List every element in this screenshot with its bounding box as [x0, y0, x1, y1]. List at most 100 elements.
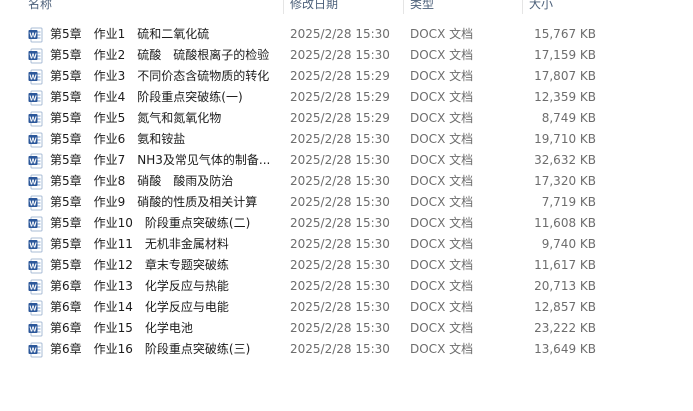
file-modified-date: 2025/2/28 15:29 — [290, 69, 390, 83]
svg-text:W: W — [29, 156, 37, 165]
file-modified-date: 2025/2/28 15:30 — [290, 48, 390, 62]
file-modified-date: 2025/2/28 15:30 — [290, 153, 390, 167]
column-header-name[interactable]: 名称 — [28, 0, 52, 14]
file-modified-date: 2025/2/28 15:30 — [290, 258, 390, 272]
file-size: 32,632 KB — [534, 153, 596, 167]
file-modified-date: 2025/2/28 15:30 — [290, 216, 390, 230]
word-doc-icon: W — [28, 132, 43, 148]
file-name: 第5章 作业5 氮气和氮氧化物 — [50, 111, 222, 125]
file-row[interactable]: W 第5章 作业9 硝酸的性质及相关计算 2025/2/28 15:30 DOCX 文… — [24, 192, 604, 213]
file-size: 17,320 KB — [534, 174, 596, 188]
file-type: DOCX 文档 — [410, 321, 474, 335]
file-size: 15,767 KB — [534, 27, 596, 41]
word-doc-icon: W — [28, 300, 43, 316]
file-size: 11,608 KB — [534, 216, 596, 230]
file-type: DOCX 文档 — [410, 27, 474, 41]
file-modified-date: 2025/2/28 15:30 — [290, 132, 390, 146]
file-name: 第6章 作业15 化学电池 — [50, 321, 193, 335]
file-modified-date: 2025/2/28 15:29 — [290, 111, 390, 125]
file-type: DOCX 文档 — [410, 48, 474, 62]
file-size: 13,649 KB — [534, 342, 596, 356]
file-row[interactable]: W 第5章 作业5 氮气和氮氧化物 2025/2/28 15:29 DOCX 文档 8,… — [24, 108, 604, 129]
file-type: DOCX 文档 — [410, 69, 474, 83]
file-size: 17,807 KB — [534, 69, 596, 83]
file-name: 第6章 作业13 化学反应与热能 — [50, 279, 229, 293]
file-modified-date: 2025/2/28 15:30 — [290, 27, 390, 41]
file-size: 8,749 KB — [541, 111, 596, 125]
file-row[interactable]: W 第5章 作业6 氨和铵盐 2025/2/28 15:30 DOCX 文档 19,71… — [24, 129, 604, 150]
file-size: 20,713 KB — [534, 279, 596, 293]
file-modified-date: 2025/2/28 15:30 — [290, 321, 390, 335]
column-header-bar: 名称 修改日期 类型 大小 — [0, 0, 693, 14]
word-doc-icon: W — [28, 48, 43, 64]
svg-text:W: W — [29, 114, 37, 123]
file-row[interactable]: W 第5章 作业11 无机非金属材料 2025/2/28 15:30 DOCX 文档 9… — [24, 234, 604, 255]
column-header-type[interactable]: 类型 — [410, 0, 434, 14]
file-row[interactable]: W 第5章 作业1 硫和二氧化硫 2025/2/28 15:30 DOCX 文档 15,… — [24, 24, 604, 45]
file-type: DOCX 文档 — [410, 237, 474, 251]
file-name: 第6章 作业16 阶段重点突破练(三) — [50, 342, 251, 356]
svg-text:W: W — [29, 303, 37, 312]
file-row[interactable]: W 第5章 作业7 NH3及常见气体的制备... 2025/2/28 15:30 DO… — [24, 150, 604, 171]
word-doc-icon: W — [28, 195, 43, 211]
file-size: 12,857 KB — [534, 300, 596, 314]
file-size: 23,222 KB — [534, 321, 596, 335]
file-row[interactable]: W 第5章 作业8 硝酸 酸雨及防治 2025/2/28 15:30 DOCX 文档 1… — [24, 171, 604, 192]
file-type: DOCX 文档 — [410, 195, 474, 209]
word-doc-icon: W — [28, 237, 43, 253]
svg-text:W: W — [29, 72, 37, 81]
svg-text:W: W — [29, 93, 37, 102]
svg-text:W: W — [29, 324, 37, 333]
file-name: 第5章 作业12 章末专题突破练 — [50, 258, 229, 272]
column-divider[interactable] — [522, 0, 523, 14]
file-size: 12,359 KB — [534, 90, 596, 104]
word-doc-icon: W — [28, 90, 43, 106]
word-doc-icon: W — [28, 342, 43, 358]
file-row[interactable]: W 第5章 作业2 硫酸 硫酸根离子的检验 2025/2/28 15:30 DOCX … — [24, 45, 604, 66]
file-type: DOCX 文档 — [410, 300, 474, 314]
word-doc-icon: W — [28, 279, 43, 295]
file-modified-date: 2025/2/28 15:30 — [290, 237, 390, 251]
file-row[interactable]: W 第5章 作业4 阶段重点突破练(一) 2025/2/28 15:29 DOCX 文… — [24, 87, 604, 108]
file-type: DOCX 文档 — [410, 153, 474, 167]
word-doc-icon: W — [28, 216, 43, 232]
file-name: 第5章 作业2 硫酸 硫酸根离子的检验 — [50, 48, 270, 62]
file-type: DOCX 文档 — [410, 111, 474, 125]
svg-text:W: W — [29, 135, 37, 144]
file-type: DOCX 文档 — [410, 174, 474, 188]
word-doc-icon: W — [28, 258, 43, 274]
file-row[interactable]: W 第6章 作业16 阶段重点突破练(三) 2025/2/28 15:30 DOCX … — [24, 339, 604, 360]
svg-text:W: W — [29, 261, 37, 270]
file-modified-date: 2025/2/28 15:29 — [290, 90, 390, 104]
file-row[interactable]: W 第6章 作业14 化学反应与电能 2025/2/28 15:30 DOCX 文档 1… — [24, 297, 604, 318]
column-divider[interactable] — [403, 0, 404, 14]
column-header-date[interactable]: 修改日期 — [290, 0, 338, 14]
svg-text:W: W — [29, 198, 37, 207]
file-type: DOCX 文档 — [410, 216, 474, 230]
file-type: DOCX 文档 — [410, 279, 474, 293]
word-doc-icon: W — [28, 153, 43, 169]
file-name: 第5章 作业8 硝酸 酸雨及防治 — [50, 174, 234, 188]
svg-text:W: W — [29, 51, 37, 60]
file-type: DOCX 文档 — [410, 132, 474, 146]
file-name: 第5章 作业11 无机非金属材料 — [50, 237, 229, 251]
file-name: 第5章 作业10 阶段重点突破练(二) — [50, 216, 251, 230]
file-size: 19,710 KB — [534, 132, 596, 146]
file-row[interactable]: W 第5章 作业10 阶段重点突破练(二) 2025/2/28 15:30 DOCX … — [24, 213, 604, 234]
column-header-size[interactable]: 大小 — [529, 0, 553, 14]
file-size: 11,617 KB — [534, 258, 596, 272]
svg-text:W: W — [29, 282, 37, 291]
file-row[interactable]: W 第5章 作业3 不同价态含硫物质的转化 2025/2/28 15:29 DOCX … — [24, 66, 604, 87]
svg-text:W: W — [29, 30, 37, 39]
file-row[interactable]: W 第5章 作业12 章末专题突破练 2025/2/28 15:30 DOCX 文档 1… — [24, 255, 604, 276]
file-name: 第5章 作业6 氨和铵盐 — [50, 132, 186, 146]
file-type: DOCX 文档 — [410, 90, 474, 104]
file-row[interactable]: W 第6章 作业15 化学电池 2025/2/28 15:30 DOCX 文档 23,2… — [24, 318, 604, 339]
file-type: DOCX 文档 — [410, 342, 474, 356]
file-name: 第5章 作业1 硫和二氧化硫 — [50, 27, 210, 41]
column-divider[interactable] — [283, 0, 284, 14]
file-name: 第6章 作业14 化学反应与电能 — [50, 300, 229, 314]
word-doc-icon: W — [28, 69, 43, 85]
file-name: 第5章 作业4 阶段重点突破练(一) — [50, 90, 243, 104]
file-row[interactable]: W 第6章 作业13 化学反应与热能 2025/2/28 15:30 DOCX 文档 2… — [24, 276, 604, 297]
